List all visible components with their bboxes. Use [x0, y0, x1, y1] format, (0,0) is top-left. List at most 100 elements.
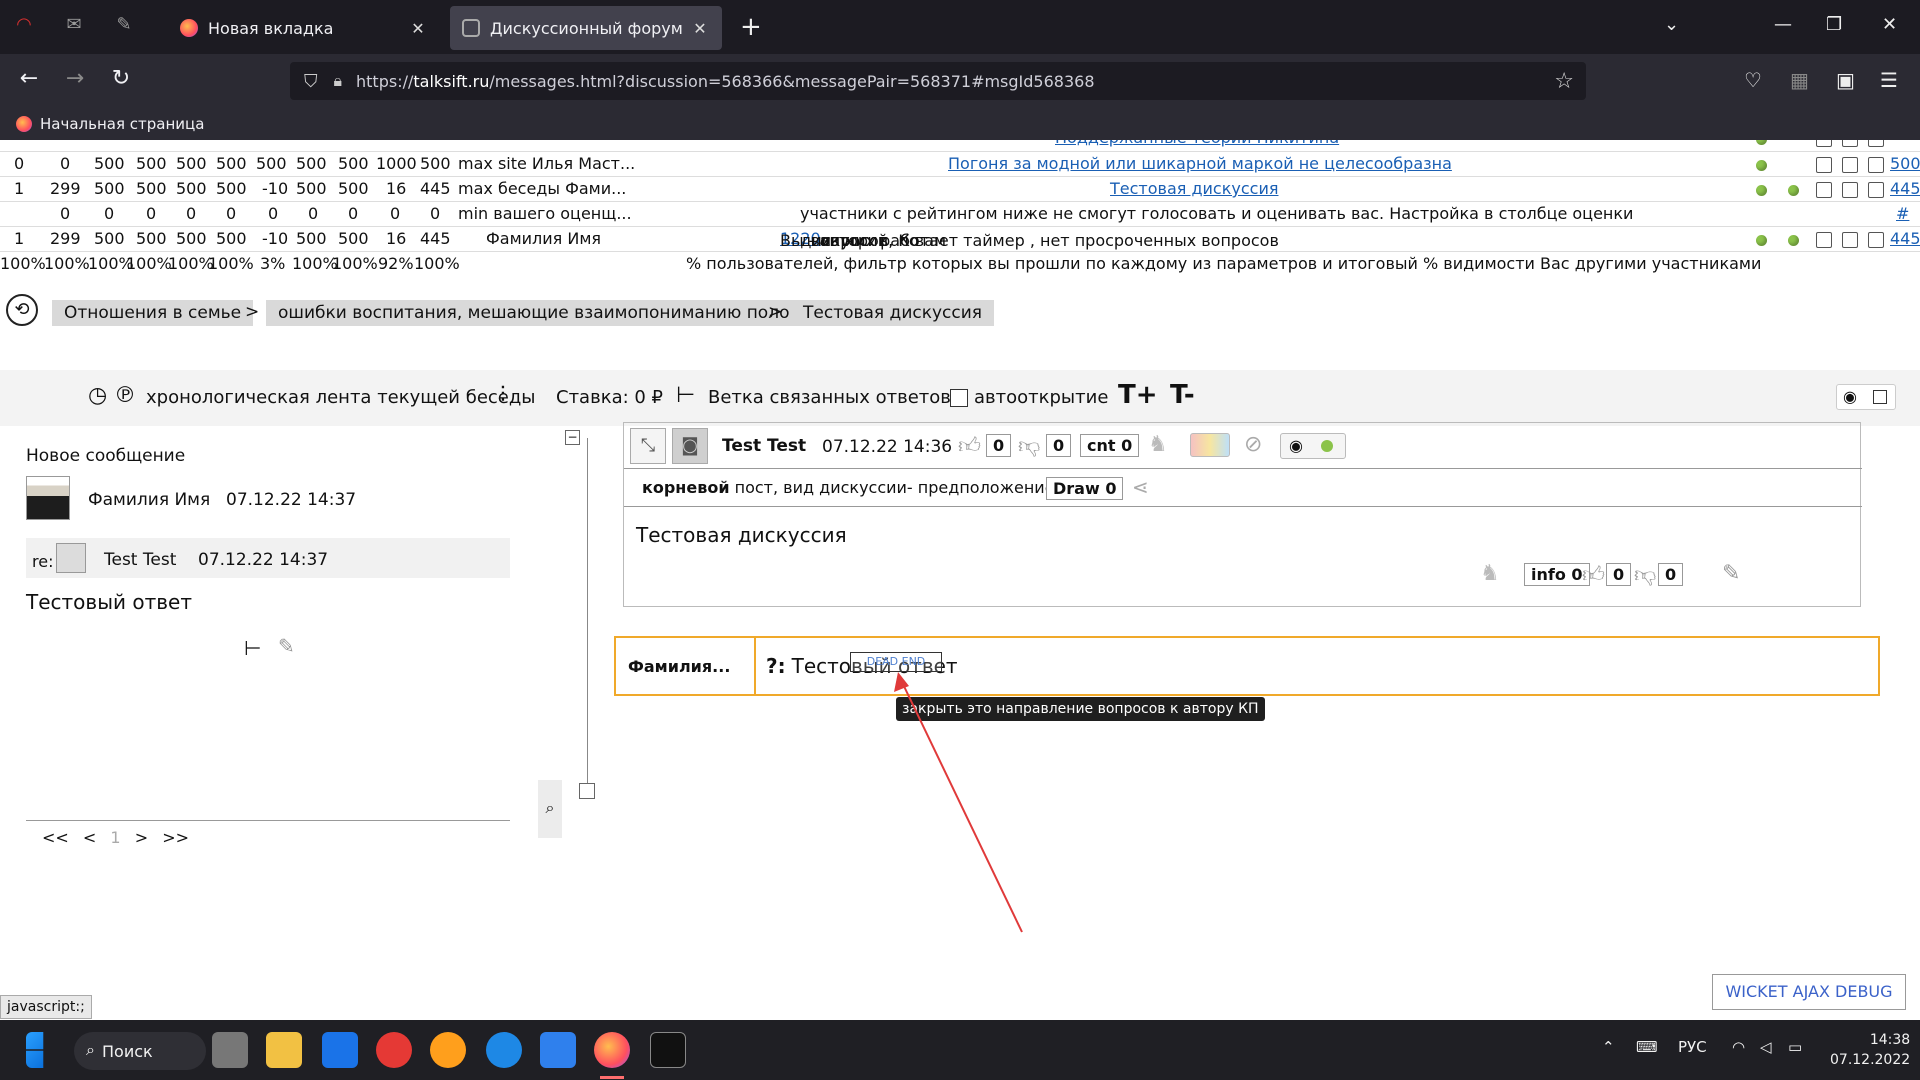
ajax-debug-button[interactable]: WICKET AJAX DEBUG	[1712, 974, 1906, 1010]
post-author[interactable]: Test Test	[722, 436, 806, 456]
close-icon[interactable]: ✕	[690, 19, 710, 38]
clock[interactable]: 14:38 07.12.2022	[1830, 1030, 1910, 1070]
chevron-down-icon[interactable]: ⌄	[1664, 14, 1679, 35]
close-icon[interactable]: ✕	[408, 19, 428, 38]
breadcrumb-item[interactable]: Тестовая дискуссия	[791, 300, 995, 326]
page-number[interactable]: 1	[110, 828, 120, 847]
forward-icon[interactable]: →	[60, 66, 90, 91]
thumbs-up-icon[interactable]: 👍︎	[1582, 561, 1605, 588]
lock-icon[interactable]: 🔒︎	[334, 71, 343, 91]
yandex-icon[interactable]	[376, 1032, 412, 1068]
timeline-label[interactable]: хронологическая лента текущей беседы	[146, 387, 536, 408]
tab-new[interactable]: Новая вкладка ✕	[168, 6, 440, 50]
avatar[interactable]	[26, 476, 70, 520]
row-checkbox[interactable]	[1842, 157, 1858, 173]
tree-icon[interactable]: ⊢	[244, 636, 261, 660]
dog-icon[interactable]: ♞	[1480, 561, 1500, 586]
first-page-button[interactable]: <<	[42, 828, 69, 847]
camera-icon[interactable]: ◙	[672, 428, 708, 464]
minimize-button[interactable]: —	[1774, 14, 1792, 35]
reload-icon[interactable]: ↻	[106, 66, 136, 91]
row-checkbox[interactable]	[1816, 182, 1832, 198]
edge-icon[interactable]	[486, 1032, 522, 1068]
shield-icon[interactable]: ⛉	[304, 71, 318, 92]
row-checkbox[interactable]	[1842, 182, 1858, 198]
row-checkbox[interactable]	[1816, 157, 1832, 173]
pinned-feather-icon[interactable]: ✎	[112, 14, 136, 38]
visibility-checkbox[interactable]	[1873, 390, 1887, 404]
back-arrow-icon[interactable]: ⟲	[6, 294, 38, 326]
font-decrease-button[interactable]: T-	[1170, 380, 1195, 410]
dog-icon[interactable]: ♞	[1148, 432, 1168, 457]
branch-label[interactable]: Ветка связанных ответов	[708, 387, 951, 408]
bookmark-home[interactable]: Начальная страница	[40, 115, 204, 133]
keyboard-icon[interactable]: ⌨	[1636, 1038, 1658, 1056]
collapse-arrows-icon[interactable]: ⤡	[630, 428, 666, 464]
tab-forum[interactable]: Дискуссионный форум ✕	[450, 6, 722, 50]
clipboard-icon[interactable]: ▣	[1836, 68, 1855, 92]
search-input[interactable]: ⌕ Поиск	[74, 1032, 206, 1070]
new-tab-button[interactable]: +	[740, 12, 762, 42]
draw-badge[interactable]: Draw 0	[1046, 477, 1124, 500]
row-checkbox[interactable]	[1868, 232, 1884, 248]
next-page-button[interactable]: >	[135, 828, 148, 847]
row-checkbox[interactable]	[1816, 232, 1832, 248]
start-icon[interactable]	[26, 1032, 44, 1068]
clock-icon[interactable]: ◷	[88, 383, 107, 408]
edit-icon[interactable]: ✎	[278, 634, 295, 658]
breadcrumb-item[interactable]: Отношения в семье	[52, 300, 254, 326]
close-window-button[interactable]: ✕	[1882, 14, 1897, 35]
visibility-toggle[interactable]: ◉	[1836, 384, 1896, 410]
font-increase-button[interactable]: T+	[1118, 380, 1158, 410]
discussion-link[interactable]: Тестовая дискуссия	[1110, 179, 1278, 198]
extension-icon[interactable]: ▦	[1790, 68, 1809, 92]
dead-end-button[interactable]: DEAD END	[850, 652, 942, 672]
score-link[interactable]: 445	[1890, 229, 1920, 248]
cut-row-link[interactable]: Поддержанные теории Никитина	[1055, 140, 1339, 147]
folder-icon[interactable]	[266, 1032, 302, 1068]
thumbs-down-icon[interactable]: 👎︎	[1018, 432, 1040, 459]
author-name[interactable]: Фамилия Имя	[88, 490, 210, 510]
info-badge[interactable]: info 0	[1524, 563, 1590, 586]
row-checkbox[interactable]	[1842, 232, 1858, 248]
battery-icon[interactable]: ▭	[1788, 1038, 1802, 1056]
row-checkbox[interactable]	[1816, 140, 1832, 147]
thumbs-down-icon[interactable]: 👎︎	[1634, 561, 1656, 588]
url-text[interactable]: https://talksift.ru/messages.html?discus…	[356, 72, 1094, 91]
language-indicator[interactable]: РУС	[1678, 1038, 1707, 1056]
restore-button[interactable]: ❐	[1826, 14, 1842, 35]
last-page-button[interactable]: >>	[162, 828, 189, 847]
star-icon[interactable]: ☆	[1554, 69, 1574, 94]
row-checkbox[interactable]	[1842, 140, 1858, 147]
tree-icon[interactable]: ⊢	[676, 383, 695, 408]
task-view-icon[interactable]	[212, 1032, 248, 1068]
pinned-tab-icon[interactable]: ◠	[12, 14, 36, 38]
wifi-icon[interactable]: ◠	[1732, 1038, 1745, 1056]
url-bar[interactable]: ⛉ 🔒︎ https://talksift.ru/messages.html?d…	[290, 62, 1586, 100]
search-icon[interactable]: ⌕	[538, 780, 562, 838]
row-checkbox[interactable]	[1868, 182, 1884, 198]
share-icon[interactable]: ⋖	[1132, 475, 1149, 499]
row-checkbox[interactable]	[1868, 140, 1884, 147]
timeline-icon[interactable]: ℗	[114, 383, 136, 408]
expand-box[interactable]	[579, 783, 595, 799]
mail-icon[interactable]	[322, 1032, 358, 1068]
app-icon[interactable]	[430, 1032, 466, 1068]
menu-icon[interactable]: ☰	[1880, 68, 1898, 92]
chevron-up-icon[interactable]: ⌃	[1602, 1038, 1615, 1056]
prev-page-button[interactable]: <	[83, 828, 96, 847]
question-author[interactable]: Фамилия...	[616, 638, 756, 694]
pocket-icon[interactable]: ♡	[1744, 68, 1762, 92]
collapse-button[interactable]: −	[565, 430, 580, 445]
cnt-badge[interactable]: cnt 0	[1080, 434, 1140, 457]
color-palette-icon[interactable]	[1190, 433, 1230, 457]
terminal-icon[interactable]	[650, 1032, 686, 1068]
autoopen-checkbox[interactable]	[950, 389, 968, 407]
score-link[interactable]: #	[1896, 204, 1909, 223]
reply-reference[interactable]: re: Test Test 07.12.22 14:37	[26, 538, 510, 578]
score-link[interactable]: 500	[1890, 154, 1920, 173]
volume-icon[interactable]: ◁	[1760, 1038, 1772, 1056]
thumbs-up-icon[interactable]: 👍︎	[958, 432, 981, 459]
firefox-icon[interactable]	[594, 1032, 630, 1068]
edit-icon[interactable]: ✎	[1722, 561, 1740, 586]
